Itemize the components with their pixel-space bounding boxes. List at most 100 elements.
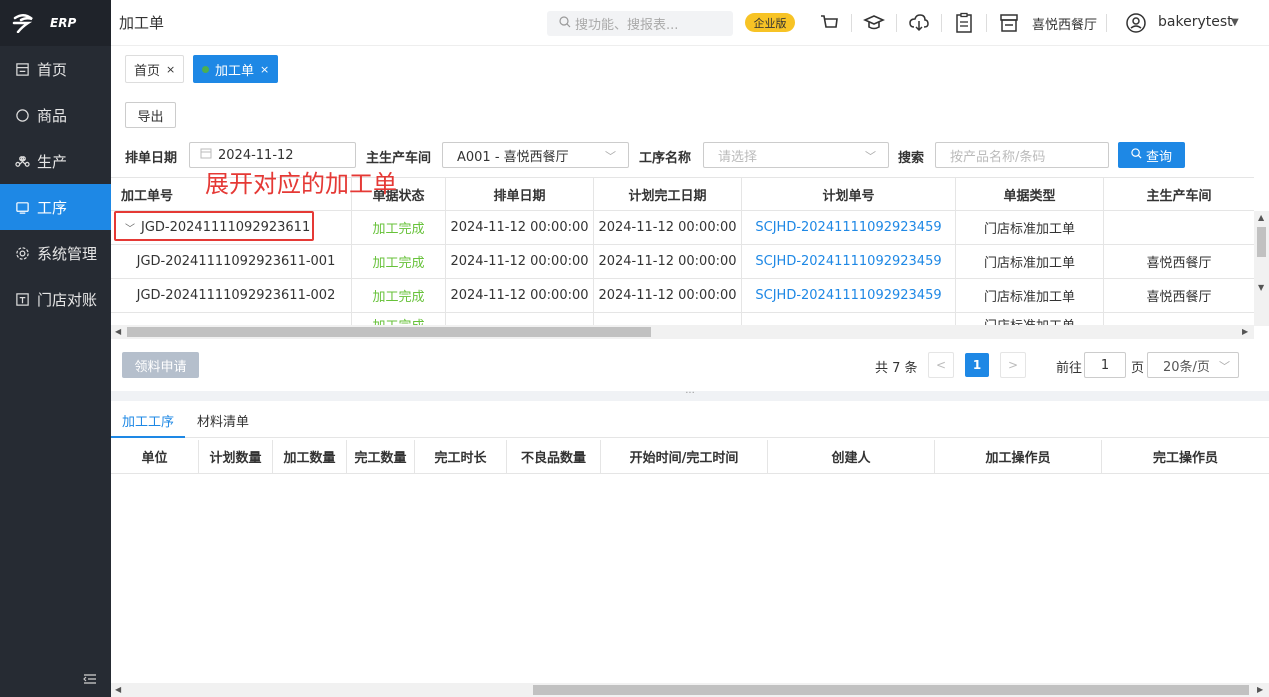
- sidebar-item-process[interactable]: 工序: [0, 184, 111, 230]
- panel-splitter-handle[interactable]: ···: [111, 389, 1269, 401]
- scrollbar-thumb[interactable]: [1257, 227, 1266, 257]
- scroll-right-icon[interactable]: ▶: [1257, 685, 1263, 694]
- sidebar-item-home[interactable]: 首页: [0, 46, 111, 92]
- scroll-up-icon[interactable]: ▲: [1258, 213, 1264, 222]
- home-icon: [14, 61, 30, 77]
- query-button-label: 查询: [1145, 149, 1172, 165]
- chevron-down-icon: ﹀: [865, 150, 876, 163]
- logo[interactable]: ERP: [0, 0, 111, 46]
- col-header-process-qty[interactable]: 加工数量: [273, 440, 347, 473]
- col-header-finish-qty[interactable]: 完工数量: [347, 440, 415, 473]
- command-icon: [14, 153, 30, 169]
- page-size-select[interactable]: 20条/页 ﹀: [1147, 352, 1239, 378]
- query-button[interactable]: 查询: [1118, 142, 1185, 168]
- header-divider: [896, 14, 897, 32]
- col-header-unit[interactable]: 单位: [111, 440, 199, 473]
- plan-no-link[interactable]: SCJHD-20241111092923459: [742, 279, 956, 312]
- process-select[interactable]: 请选择 ﹀: [703, 142, 889, 168]
- detail-horizontal-scrollbar[interactable]: ◀ ▶: [111, 683, 1269, 697]
- table-row[interactable]: JGD-20241111092923611-001 加工完成 2024-11-1…: [111, 245, 1254, 279]
- col-header-finish-operator[interactable]: 完工操作员: [1102, 440, 1269, 473]
- product-search-input[interactable]: 按产品名称/条码: [935, 142, 1109, 168]
- user-name[interactable]: bakerytest: [1158, 14, 1233, 30]
- page-size-value: 20条/页: [1163, 359, 1210, 375]
- col-header-defect-qty[interactable]: 不良品数量: [507, 440, 601, 473]
- page-number-current[interactable]: 1: [965, 353, 989, 377]
- table-row[interactable]: JGD-20241111092923611-002 加工完成 2024-11-1…: [111, 279, 1254, 313]
- tab-material-list[interactable]: 材料清单: [197, 411, 249, 430]
- process-select-placeholder: 请选择: [718, 149, 758, 165]
- gear-icon: [14, 245, 30, 261]
- clipboard-icon[interactable]: [953, 12, 975, 34]
- col-header-plan-no[interactable]: 计划单号: [742, 178, 956, 211]
- sidebar-item-reconcile[interactable]: 门店对账: [0, 276, 111, 322]
- tab-label: 首页: [134, 63, 161, 79]
- col-header-start-finish-time[interactable]: 开始时间/完工时间: [601, 440, 768, 473]
- table-vertical-scrollbar[interactable]: ▲ ▼: [1254, 211, 1269, 326]
- header-divider: [1106, 14, 1107, 32]
- schedule-date-cell: 2024-11-12 00:00:00: [446, 279, 594, 312]
- header-divider: [941, 14, 942, 32]
- user-avatar-icon[interactable]: [1125, 12, 1147, 34]
- store-name[interactable]: 喜悦西餐厅: [1032, 14, 1097, 33]
- workshop-cell: [1104, 211, 1254, 244]
- col-header-workshop[interactable]: 主生产车间: [1104, 178, 1254, 211]
- tab-process-steps[interactable]: 加工工序: [122, 411, 174, 430]
- col-header-process-operator[interactable]: 加工操作员: [935, 440, 1102, 473]
- schedule-date-cell: 2024-11-12 00:00:00: [446, 245, 594, 278]
- sidebar-item-label: 门店对账: [37, 290, 98, 309]
- scroll-right-icon[interactable]: ▶: [1242, 327, 1248, 336]
- tab-processing-order[interactable]: 加工单 ×: [193, 55, 279, 83]
- close-icon[interactable]: ×: [260, 63, 269, 76]
- table-horizontal-scrollbar[interactable]: ◀ ▶: [111, 325, 1254, 339]
- doc-type-cell: 门店标准加工单: [956, 211, 1104, 244]
- detail-table-header: 单位 计划数量 加工数量 完工数量 完工时长 不良品数量 开始时间/完工时间 创…: [111, 440, 1269, 474]
- scroll-left-icon[interactable]: ◀: [115, 327, 121, 336]
- col-header-plan-qty[interactable]: 计划数量: [199, 440, 273, 473]
- status-cell: 加工完成: [352, 279, 446, 312]
- workshop-select-value: A001 - 喜悦西餐厅: [457, 149, 569, 165]
- table-row-partial: 加工完成 门店标准加工单: [111, 313, 1254, 325]
- col-header-creator[interactable]: 创建人: [768, 440, 935, 473]
- cloud-download-icon[interactable]: [908, 12, 930, 34]
- store-icon[interactable]: [998, 12, 1020, 34]
- sidebar-item-production[interactable]: 生产: [0, 138, 111, 184]
- edition-badge[interactable]: 企业版: [745, 13, 795, 32]
- goto-page-input[interactable]: 1: [1084, 352, 1126, 378]
- workshop-select[interactable]: A001 - 喜悦西餐厅 ﹀: [442, 142, 629, 168]
- tab-underline: [111, 437, 1269, 438]
- col-header-plan-finish-date[interactable]: 计划完工日期: [594, 178, 742, 211]
- sidebar-item-system[interactable]: 系统管理: [0, 230, 111, 276]
- status-cell: 加工完成: [352, 211, 446, 244]
- global-search-input[interactable]: 搜功能、搜报表...: [547, 11, 733, 36]
- circle-icon: [14, 107, 30, 123]
- search-icon: [559, 15, 571, 32]
- logo-text: ERP: [50, 16, 77, 30]
- annotation-text: 展开对应的加工单: [205, 170, 397, 198]
- logo-mark-icon: [12, 13, 36, 34]
- scroll-left-icon[interactable]: ◀: [115, 685, 121, 694]
- scroll-down-icon[interactable]: ▼: [1258, 283, 1264, 292]
- plan-finish-date-cell: 2024-11-12 00:00:00: [594, 211, 742, 244]
- prev-page-button[interactable]: <: [928, 352, 954, 378]
- doc-type-cell: 门店标准加工单: [956, 245, 1104, 278]
- sidebar-item-goods[interactable]: 商品: [0, 92, 111, 138]
- plan-no-link[interactable]: SCJHD-20241111092923459: [742, 245, 956, 278]
- material-request-button[interactable]: 领料申请: [122, 352, 199, 378]
- doc-type-cell: 门店标准加工单: [956, 279, 1104, 312]
- scrollbar-thumb[interactable]: [533, 685, 1249, 695]
- chevron-down-icon[interactable]: ▼: [1231, 17, 1239, 28]
- close-icon[interactable]: ×: [166, 63, 175, 76]
- col-header-doc-type[interactable]: 单据类型: [956, 178, 1104, 211]
- tab-home[interactable]: 首页 ×: [125, 55, 185, 83]
- plan-no-link[interactable]: SCJHD-20241111092923459: [742, 211, 956, 244]
- col-header-finish-duration[interactable]: 完工时长: [415, 440, 507, 473]
- sidebar-item-label: 首页: [37, 60, 68, 79]
- graduation-cap-icon[interactable]: [863, 12, 885, 34]
- next-page-button[interactable]: >: [1000, 352, 1026, 378]
- col-header-schedule-date[interactable]: 排单日期: [446, 178, 594, 211]
- export-button[interactable]: 导出: [125, 102, 176, 128]
- scrollbar-thumb[interactable]: [127, 327, 651, 337]
- cart-icon[interactable]: [818, 12, 840, 34]
- collapse-menu-icon[interactable]: [83, 673, 97, 685]
